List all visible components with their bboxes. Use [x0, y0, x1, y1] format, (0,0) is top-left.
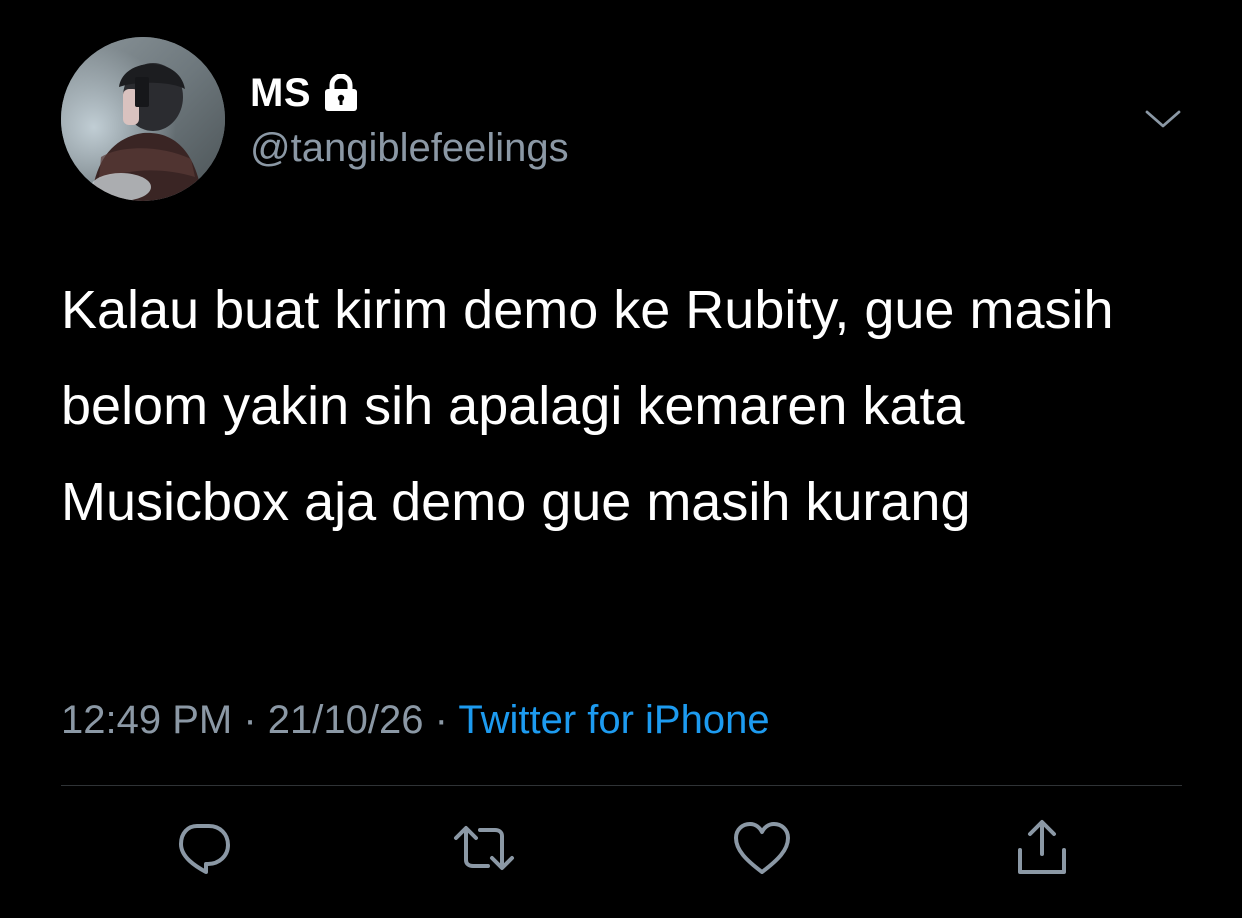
- retweet-icon: [454, 826, 514, 870]
- display-name-row: MS: [250, 70, 359, 116]
- tweet-date[interactable]: 21/10/26: [268, 698, 424, 742]
- tweet-text: Kalau buat kirim demo ke Rubity, gue mas…: [61, 280, 1114, 532]
- share-icon: [1018, 820, 1066, 874]
- lock-icon: [323, 74, 359, 112]
- reply-icon: [179, 824, 230, 874]
- avatar[interactable]: [61, 37, 225, 201]
- meta-separator: ·: [434, 698, 448, 742]
- like-button[interactable]: [730, 816, 794, 880]
- retweet-button[interactable]: [452, 816, 516, 880]
- tweet-detail: MS @tangiblefeelings Kalau buat kirim de…: [0, 0, 1242, 918]
- heart-icon: [734, 822, 790, 874]
- tweet-meta: 12:49 PM · 21/10/26 · Twitter for iPhone: [61, 693, 770, 747]
- handle[interactable]: @tangiblefeelings: [250, 124, 569, 172]
- tweet-source-link[interactable]: Twitter for iPhone: [458, 698, 769, 742]
- meta-separator: ·: [243, 698, 257, 742]
- chevron-down-icon[interactable]: [1141, 104, 1185, 134]
- reply-button[interactable]: [171, 816, 235, 880]
- divider: [61, 785, 1182, 786]
- avatar-image: [61, 37, 225, 201]
- share-button[interactable]: [1010, 816, 1074, 880]
- tweet-time[interactable]: 12:49 PM: [61, 698, 232, 742]
- display-name[interactable]: MS: [250, 70, 311, 116]
